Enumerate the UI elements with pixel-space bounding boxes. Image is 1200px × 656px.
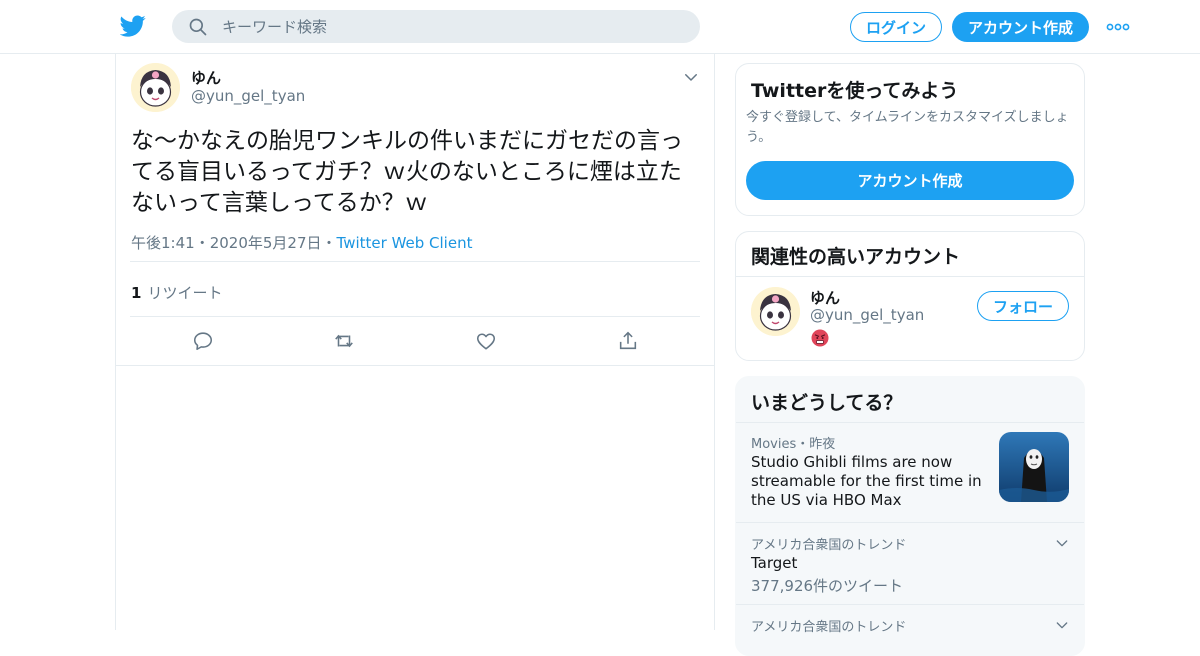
trends-title: いまどうしてる？ (751, 392, 903, 414)
tweet-author-handle[interactable]: @yun_gel_tyan (191, 87, 305, 105)
retweet-label: リツイート (147, 284, 223, 302)
meta-separator: ・ (194, 234, 210, 252)
related-account-name[interactable]: ゆん (810, 287, 840, 308)
trend-time: 昨夜 (809, 437, 836, 452)
signup-button[interactable]: アカウント作成 (952, 12, 1089, 42)
related-accounts-card: 関連性の高いアカウント ゆん @yun_gel_tyan フォロー (735, 231, 1085, 361)
related-account-handle[interactable]: @yun_gel_tyan (810, 306, 924, 324)
tweet-text: な～かなえの胎児ワンキルの件いまだにガセだの言ってる盲目いるってガチ？ｗ火のない… (131, 128, 683, 216)
divider (736, 522, 1084, 523)
chevron-down-icon[interactable] (1054, 617, 1070, 633)
trend-meta: Movies・昨夜 (751, 433, 835, 452)
trend-name[interactable]: Target (751, 554, 797, 572)
divider (736, 604, 1084, 605)
tweet-date[interactable]: 2020年5月27日 (210, 234, 322, 252)
divider (130, 261, 700, 262)
tweet-time[interactable]: 午後1:41 (131, 234, 195, 252)
trend-context: アメリカ合衆国のトレンド (751, 538, 907, 553)
search-icon (189, 18, 207, 36)
trend-headline[interactable]: Studio Ghibli films are now streamable f… (751, 453, 986, 510)
search-input[interactable] (222, 10, 682, 43)
divider (736, 276, 1084, 277)
trend-category: Movies (751, 437, 797, 452)
meta-separator: ・ (796, 437, 810, 452)
retweet-count: 1 (131, 284, 142, 302)
share-icon[interactable] (617, 330, 639, 352)
search-box[interactable] (172, 10, 700, 43)
main-column: ゆん @yun_gel_tyan な～かなえの胎児ワンキルの件いまだにガセだの言… (115, 54, 715, 630)
trends-card: いまどうしてる？ Movies・昨夜 Studio Ghibli films a… (735, 376, 1085, 656)
avatar-illustration (751, 287, 800, 336)
trend-context: アメリカ合衆国のトレンド (751, 620, 907, 635)
trend-tweet-count: 377,926件のツイート (751, 577, 904, 595)
create-account-button[interactable]: アカウント作成 (746, 161, 1074, 200)
chevron-down-icon[interactable] (1054, 535, 1070, 551)
avatar-illustration (131, 63, 180, 112)
like-icon[interactable] (475, 330, 497, 352)
reply-icon[interactable] (192, 330, 214, 352)
login-button[interactable]: ログイン (850, 12, 942, 42)
more-dots-icon[interactable] (1106, 20, 1130, 34)
chevron-down-icon[interactable] (682, 68, 700, 86)
tweet-source-link[interactable]: Twitter Web Client (337, 234, 473, 252)
tweet-author-name[interactable]: ゆん (191, 67, 221, 88)
retweet-icon[interactable] (333, 330, 355, 352)
avatar[interactable] (131, 63, 180, 112)
meta-separator: ・ (321, 234, 337, 252)
twitter-bird-icon[interactable] (120, 13, 146, 39)
angry-face-emoji-icon (811, 329, 829, 347)
avatar[interactable] (751, 287, 800, 336)
divider (736, 422, 1084, 423)
related-title: 関連性の高いアカウント (751, 246, 961, 268)
tweet-card: ゆん @yun_gel_tyan な～かなえの胎児ワンキルの件いまだにガセだの言… (116, 54, 714, 366)
promo-title: Twitterを使ってみよう (751, 80, 959, 102)
follow-button[interactable]: フォロー (977, 291, 1069, 321)
signup-promo-card: Twitterを使ってみよう 今すぐ登録して、タイムラインをカスタマイズしましょ… (735, 63, 1085, 216)
tweet-timestamp: 午後1:41・2020年5月27日・Twitter Web Client (131, 232, 472, 253)
promo-description: 今すぐ登録して、タイムラインをカスタマイズしましょう。 (746, 110, 1069, 145)
tweet-stats[interactable]: 1 リツイート (131, 282, 222, 303)
trend-thumbnail[interactable] (999, 432, 1069, 502)
top-navigation-bar: ログイン アカウント作成 (0, 0, 1200, 54)
trend-image (999, 432, 1069, 502)
divider (130, 316, 700, 317)
